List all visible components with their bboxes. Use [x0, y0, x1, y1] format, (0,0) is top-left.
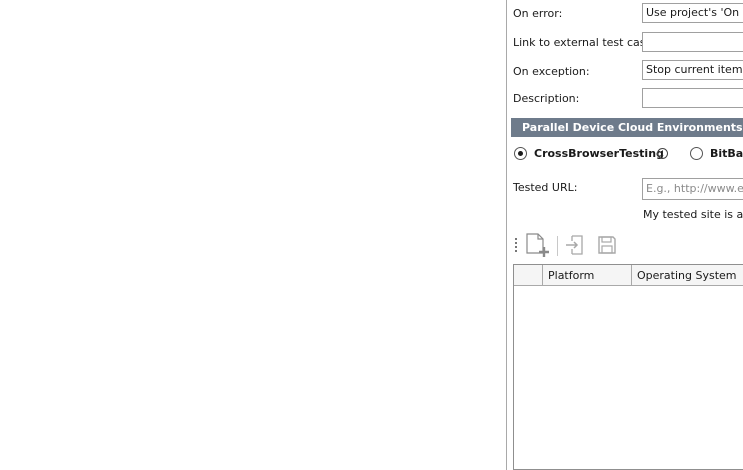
- grid-header-platform[interactable]: Platform: [543, 265, 632, 285]
- bitbar-radio[interactable]: [690, 147, 703, 160]
- link-external-field[interactable]: [642, 32, 743, 52]
- tested-url-input[interactable]: E.g., http://www.ex: [642, 178, 743, 200]
- import-button[interactable]: [562, 233, 588, 259]
- grid-header-os[interactable]: Operating System: [632, 265, 743, 285]
- empty-workspace: [0, 0, 506, 470]
- description-label: Description:: [513, 92, 580, 105]
- on-error-label: On error:: [513, 7, 563, 20]
- on-exception-select[interactable]: Stop current item: [642, 60, 743, 80]
- new-environment-button[interactable]: [524, 232, 550, 261]
- save-icon: [596, 234, 618, 259]
- new-environment-icon: [524, 232, 550, 261]
- toolbar-grip[interactable]: [515, 238, 517, 254]
- crossbrowsertesting-label[interactable]: CrossBrowserTesting: [534, 147, 664, 160]
- crossbrowsertesting-radio[interactable]: [514, 147, 527, 160]
- tested-url-hint: My tested site is ava: [643, 208, 743, 221]
- info-icon[interactable]: i: [657, 148, 668, 159]
- grid-header: Platform Operating System: [514, 265, 743, 286]
- environments-grid[interactable]: Platform Operating System: [513, 264, 743, 470]
- on-error-select[interactable]: Use project's 'On err: [642, 3, 743, 23]
- grid-header-select[interactable]: [514, 265, 543, 285]
- bitbar-label[interactable]: BitBar: [710, 147, 743, 160]
- import-icon: [564, 234, 586, 259]
- link-external-label: Link to external test case:: [513, 36, 656, 49]
- section-header: Parallel Device Cloud Environments: [511, 118, 743, 137]
- on-exception-label: On exception:: [513, 65, 590, 78]
- toolbar-separator: [557, 236, 558, 256]
- description-field[interactable]: [642, 88, 743, 108]
- properties-panel: On error: Use project's 'On err Link to …: [507, 0, 743, 470]
- tested-url-label: Tested URL:: [513, 181, 578, 194]
- save-button[interactable]: [594, 233, 620, 259]
